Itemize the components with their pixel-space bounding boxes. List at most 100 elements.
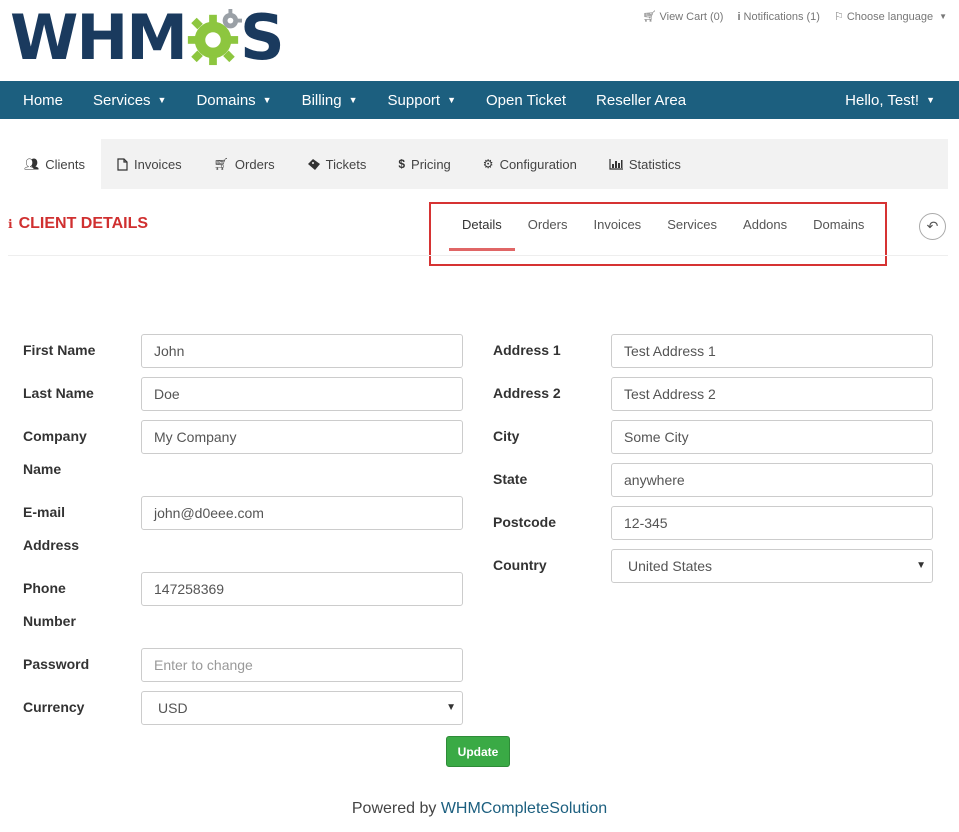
nav-support-label: Support: [387, 91, 441, 109]
nav-open-ticket[interactable]: Open Ticket: [471, 81, 581, 119]
user-menu[interactable]: Hello, Test! ▼: [830, 81, 959, 119]
view-cart-link[interactable]: 🛒︎ View Cart (0): [642, 10, 724, 24]
cart-icon: 🛒︎: [642, 11, 657, 23]
subnav-orders[interactable]: 🛒︎ Orders: [198, 139, 291, 189]
subnav-clients[interactable]: 👥︎ Clients: [8, 139, 101, 189]
bar-chart-icon: [609, 158, 623, 170]
subnav-orders-label: Orders: [234, 156, 275, 172]
company-name-label-2: Name: [23, 461, 62, 477]
nav-reseller-area[interactable]: Reseller Area: [581, 81, 701, 119]
notifications-label: Notifications (1): [743, 10, 820, 23]
phone-input[interactable]: 147258369: [141, 572, 463, 606]
ticket-icon: [307, 158, 320, 170]
subnav-pricing[interactable]: $ Pricing: [382, 139, 466, 189]
password-label: Password: [23, 656, 90, 672]
users-icon: 👥︎: [24, 157, 40, 171]
logo-text-left: WHM: [10, 1, 188, 74]
footer-prefix: Powered by: [351, 800, 437, 817]
select-arrow-icon: ▼: [446, 702, 456, 713]
country-value: United States: [628, 558, 713, 574]
tab-addons[interactable]: Addons: [730, 213, 800, 251]
client-details-title: CLIENT DETAILS: [18, 215, 149, 232]
first-name-input[interactable]: John: [141, 334, 463, 368]
email-label-1: E-mail: [23, 504, 66, 520]
address1-input[interactable]: Test Address 1: [611, 334, 933, 368]
state-input[interactable]: anywhere: [611, 463, 933, 497]
gear-logo-icon: [187, 9, 242, 66]
country-select[interactable]: United States ▼: [611, 549, 933, 583]
nav-home-label: Home: [23, 91, 64, 109]
postcode-label: Postcode: [493, 514, 557, 530]
update-button[interactable]: Update: [446, 736, 510, 767]
nav-support[interactable]: Support ▼: [373, 81, 471, 119]
currency-value: USD: [158, 700, 188, 716]
email-input[interactable]: john@d0eee.com: [141, 496, 463, 530]
nav-billing[interactable]: Billing ▼: [287, 81, 373, 119]
language-icon: ⚐: [833, 11, 844, 23]
address1-label: Address 1: [493, 342, 561, 358]
subnav-clients-label: Clients: [45, 156, 85, 172]
nav-open-ticket-label: Open Ticket: [486, 91, 567, 109]
nav-domains-label: Domains: [196, 91, 256, 109]
footer-link[interactable]: WHMCompleteSolution: [441, 800, 607, 817]
subnav-configuration-label: Configuration: [499, 156, 577, 172]
back-button[interactable]: ↶: [919, 213, 946, 240]
subnav-invoices[interactable]: Invoices: [101, 139, 198, 189]
header-divider: [8, 255, 948, 256]
subnav-tickets[interactable]: Tickets: [291, 139, 383, 189]
top-utility-bar: 🛒︎ View Cart (0) i Notifications (1) ⚐ C…: [642, 10, 947, 24]
currency-select[interactable]: USD ▼: [141, 691, 463, 725]
nav-services[interactable]: Services ▼: [78, 81, 181, 119]
nav-home[interactable]: Home: [0, 81, 78, 119]
address2-input[interactable]: Test Address 2: [611, 377, 933, 411]
subnav-configuration[interactable]: ⚙ Configuration: [467, 139, 593, 189]
user-greeting: Hello, Test!: [845, 91, 920, 109]
last-name-label: Last Name: [23, 385, 94, 401]
notifications-link[interactable]: i Notifications (1): [737, 10, 819, 23]
choose-language-dropdown[interactable]: ⚐ Choose language ▼: [833, 10, 947, 24]
country-label: Country: [493, 557, 547, 573]
select-arrow-icon: ▼: [916, 560, 926, 571]
client-details-heading: ℹ CLIENT DETAILS: [8, 215, 148, 233]
main-navbar: Home Services ▼ Domains ▼ Billing ▼ Support…: [0, 81, 959, 119]
nav-reseller-area-label: Reseller Area: [596, 91, 687, 109]
subnav-statistics[interactable]: Statistics: [593, 139, 697, 189]
subnav-tickets-label: Tickets: [325, 156, 367, 172]
city-label: City: [493, 428, 520, 444]
caret-down-icon: ▼: [157, 95, 167, 105]
client-tabs: Details Orders Invoices Services Addons …: [449, 213, 877, 251]
subnav-statistics-label: Statistics: [628, 156, 681, 172]
cogs-icon: ⚙: [482, 157, 494, 171]
caret-down-icon: ▼: [939, 12, 947, 21]
currency-label: Currency: [23, 699, 85, 715]
nav-billing-label: Billing: [301, 91, 342, 109]
password-input[interactable]: Enter to change: [141, 648, 463, 682]
city-input[interactable]: Some City: [611, 420, 933, 454]
caret-down-icon: ▼: [262, 95, 272, 105]
choose-language-label: Choose language: [846, 10, 934, 23]
caret-down-icon: ▼: [348, 95, 358, 105]
nav-domains[interactable]: Domains ▼: [181, 81, 286, 119]
tab-invoices[interactable]: Invoices: [580, 213, 654, 251]
tab-domains[interactable]: Domains: [800, 213, 877, 251]
subnav-invoices-label: Invoices: [133, 156, 182, 172]
reply-arrow-icon: ↶: [926, 218, 939, 234]
footer: Powered by WHMCompleteSolution: [0, 800, 959, 818]
tab-details[interactable]: Details: [449, 213, 515, 251]
cart-icon: 🛒︎: [213, 157, 229, 171]
whmcs-logo[interactable]: WHM S: [10, 1, 285, 74]
view-cart-label: View Cart (0): [659, 10, 724, 23]
caret-down-icon: ▼: [926, 95, 935, 105]
subnav-pricing-label: Pricing: [411, 156, 451, 172]
address2-label: Address 2: [493, 385, 561, 401]
first-name-label: First Name: [23, 342, 96, 358]
logo-text-right: S: [239, 1, 285, 74]
postcode-input[interactable]: 12-345: [611, 506, 933, 540]
state-label: State: [493, 471, 528, 487]
phone-label-2: Number: [23, 613, 76, 629]
email-label-2: Address: [23, 537, 80, 553]
company-name-input[interactable]: My Company: [141, 420, 463, 454]
tab-orders[interactable]: Orders: [515, 213, 581, 251]
tab-services[interactable]: Services: [654, 213, 730, 251]
last-name-input[interactable]: Doe: [141, 377, 463, 411]
